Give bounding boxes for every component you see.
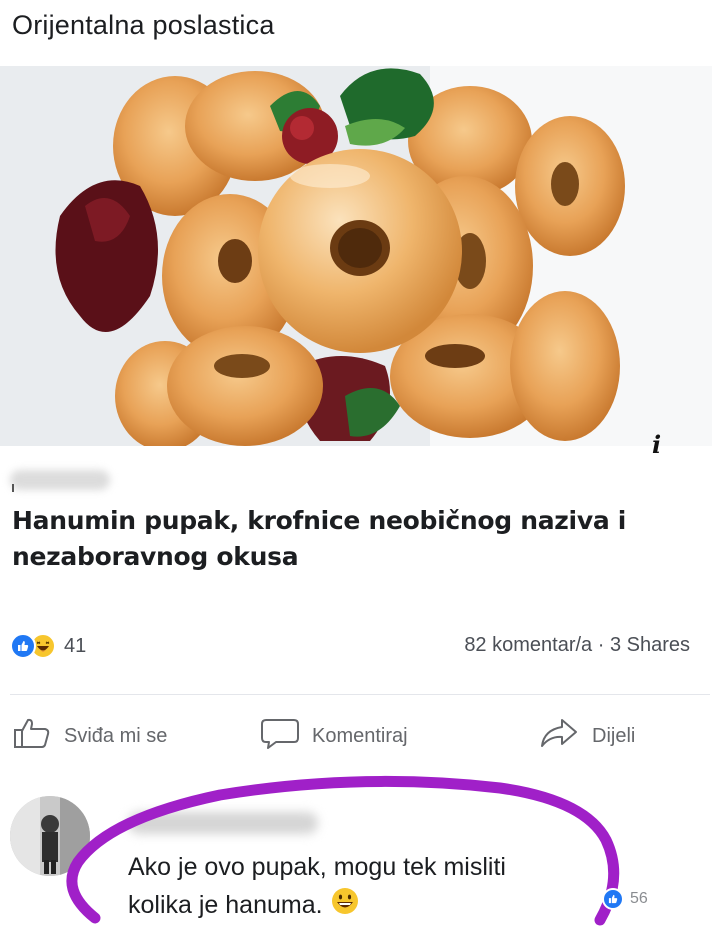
blurred-commenter-name bbox=[128, 812, 318, 834]
comment-reactions[interactable]: 56 bbox=[602, 888, 648, 910]
reactions-summary[interactable]: 41 bbox=[10, 632, 86, 660]
comment-label: Komentiraj bbox=[312, 724, 408, 747]
speech-bubble-icon bbox=[260, 716, 312, 756]
share-arrow-icon bbox=[538, 716, 592, 756]
comment-like-reaction-icon bbox=[602, 888, 624, 910]
thumbs-up-icon bbox=[12, 716, 64, 756]
reactions-count: 41 bbox=[64, 634, 87, 657]
comments-shares-count[interactable]: 82 komentar/a · 3 Shares bbox=[464, 634, 690, 657]
avatar[interactable] bbox=[10, 796, 90, 876]
post-headline[interactable]: Hanumin pupak, krofnice neobičnog naziva… bbox=[12, 503, 692, 575]
post-photo[interactable] bbox=[0, 66, 712, 446]
share-label: Dijeli bbox=[592, 724, 636, 747]
comment-body: Ako je ovo pupak, mogu tek misliti kolik… bbox=[128, 853, 506, 920]
share-button[interactable]: Dijeli bbox=[538, 718, 635, 754]
like-label: Sviđa mi se bbox=[64, 724, 168, 747]
comment-text: Ako je ovo pupak, mogu tek misliti kolik… bbox=[128, 848, 548, 927]
like-reaction-icon bbox=[10, 633, 36, 659]
ad-info-icon[interactable]: i bbox=[652, 430, 661, 459]
page-title[interactable]: Orijentalna poslastica bbox=[12, 10, 275, 41]
comment-reaction-count: 56 bbox=[630, 890, 648, 907]
source-mark bbox=[12, 484, 14, 492]
like-button[interactable]: Sviđa mi se bbox=[12, 718, 167, 754]
comment-button[interactable]: Komentiraj bbox=[260, 718, 408, 754]
blurred-source-name bbox=[10, 470, 110, 490]
grinning-emoji-icon bbox=[330, 886, 360, 927]
divider bbox=[10, 694, 710, 695]
